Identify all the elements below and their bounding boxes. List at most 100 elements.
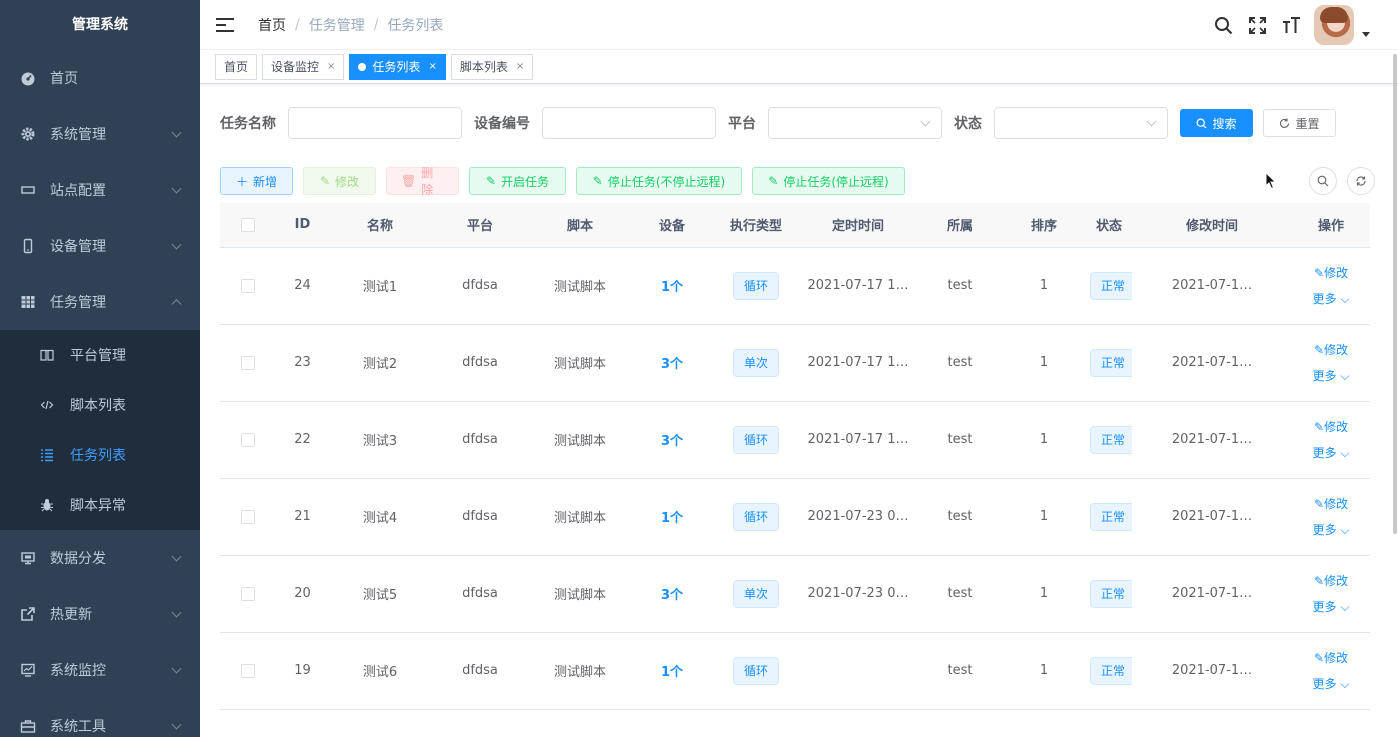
platform-cell: dfdsa	[430, 478, 530, 556]
stop-task-remote-label: 停止任务(停止远程)	[783, 174, 889, 189]
row-select-cell	[220, 324, 275, 402]
tag-script-list[interactable]: 脚本列表 ×	[450, 53, 534, 80]
close-icon[interactable]: ×	[428, 55, 436, 79]
row-more-dropdown[interactable]: 更多 ⌵	[1296, 675, 1366, 693]
add-button[interactable]: ＋ 新增	[220, 167, 293, 195]
device-count-link[interactable]: 1个	[661, 511, 683, 526]
script-cell: 测试脚本	[530, 247, 630, 325]
row-checkbox[interactable]	[240, 509, 255, 524]
search-icon[interactable]	[1206, 0, 1240, 50]
name-cell: 测试4	[330, 478, 430, 556]
page-scrollbar[interactable]	[1392, 0, 1398, 737]
close-icon[interactable]: ×	[516, 55, 524, 79]
plus-icon: ＋	[235, 174, 248, 189]
edit-button-label: 修改	[335, 174, 360, 189]
stop-task-remote-button[interactable]: ✎ 停止任务(停止远程)	[752, 167, 905, 195]
row-select-cell	[220, 555, 275, 633]
device-count-link[interactable]: 1个	[661, 665, 683, 680]
tag-home[interactable]: 首页	[215, 53, 258, 80]
sidebar-item-hot-update[interactable]: 热更新	[0, 586, 200, 642]
row-more-dropdown[interactable]: 更多 ⌵	[1296, 444, 1366, 462]
tag-device-monitor[interactable]: 设备监控 ×	[262, 53, 345, 80]
sidebar-item-script-exception[interactable]: 脚本异常	[0, 480, 200, 530]
owner-cell: test	[918, 555, 1002, 633]
active-dot-icon	[358, 62, 367, 71]
row-more-dropdown[interactable]: 更多 ⌵	[1296, 598, 1366, 616]
platform-select[interactable]	[768, 107, 942, 139]
row-checkbox[interactable]	[240, 432, 255, 447]
tag-task-list[interactable]: 任务列表 ×	[349, 53, 446, 80]
breadcrumb-home[interactable]: 首页	[258, 15, 286, 35]
sidebar-item-script-list[interactable]: 脚本列表	[0, 380, 200, 430]
sidebar-item-task-list[interactable]: 任务列表	[0, 430, 200, 480]
device-count-link[interactable]: 3个	[661, 434, 683, 449]
edit-button[interactable]: ✎ 修改	[303, 167, 376, 195]
timed-cell: 2021-07-17 1…	[798, 247, 918, 325]
row-edit-link[interactable]: ✎修改	[1296, 418, 1366, 436]
row-edit-link[interactable]: ✎修改	[1296, 495, 1366, 513]
device-count-link[interactable]: 3个	[661, 357, 683, 372]
status-cell: 正常	[1086, 401, 1132, 479]
sidebar-item-site-config[interactable]: 站点配置	[0, 162, 200, 218]
row-checkbox[interactable]	[240, 355, 255, 370]
device-cell: 3个	[630, 401, 714, 479]
scrollbar-thumb[interactable]	[1393, 54, 1397, 534]
sidebar-item-data-distribution[interactable]: 数据分发	[0, 530, 200, 586]
sidebar-item-label: 脚本异常	[70, 498, 126, 514]
exec-type-cell: 单次	[714, 555, 798, 633]
row-checkbox[interactable]	[240, 586, 255, 601]
start-task-button[interactable]: ✎ 开启任务	[469, 167, 566, 195]
row-more-dropdown[interactable]: 更多 ⌵	[1296, 521, 1366, 539]
select-all-checkbox[interactable]	[240, 217, 255, 232]
device-no-input[interactable]	[542, 107, 716, 139]
row-checkbox[interactable]	[240, 278, 255, 293]
table-row: 24 测试1 dfdsa 测试脚本 1个 循环 2021-07-17 1… test 1 正常 20…	[220, 247, 1370, 325]
sidebar-item-label: 数据分发	[50, 551, 106, 567]
hamburger-menu-icon[interactable]	[216, 17, 234, 32]
row-more-label: 更多	[1312, 522, 1337, 537]
device-count-link[interactable]: 3个	[661, 588, 683, 603]
caret-down-icon[interactable]	[1362, 31, 1370, 37]
column-header: 脚本	[530, 203, 630, 248]
close-icon[interactable]: ×	[327, 55, 335, 79]
id-cell: 22	[275, 401, 330, 479]
refresh-icon	[1279, 118, 1290, 129]
column-header: 名称	[330, 203, 430, 248]
app-logo-title: 管理系统	[72, 17, 128, 33]
table-body: 24 测试1 dfdsa 测试脚本 1个 循环 2021-07-17 1… test 1 正常 20…	[220, 247, 1370, 710]
status-select[interactable]	[994, 107, 1168, 139]
device-count-link[interactable]: 1个	[661, 280, 683, 295]
fullscreen-icon[interactable]	[1240, 0, 1274, 50]
task-name-input[interactable]	[288, 107, 462, 139]
row-checkbox[interactable]	[240, 663, 255, 678]
chevron-up-icon	[171, 299, 182, 310]
sidebar-item-device-management[interactable]: 设备管理	[0, 218, 200, 274]
row-more-dropdown[interactable]: 更多 ⌵	[1296, 367, 1366, 385]
sidebar-item-system-monitor[interactable]: 系统监控	[0, 642, 200, 698]
stop-task-no-remote-button[interactable]: ✎ 停止任务(不停止远程)	[576, 167, 742, 195]
delete-button-label: 删除	[421, 166, 434, 197]
search-button[interactable]: 搜索	[1180, 109, 1253, 137]
row-more-dropdown[interactable]: 更多 ⌵	[1296, 290, 1366, 308]
sidebar-item-home[interactable]: 首页	[0, 50, 200, 106]
sidebar-item-system-management[interactable]: 系统管理	[0, 106, 200, 162]
actions-cell: ✎修改更多 ⌵	[1292, 632, 1370, 710]
sidebar-item-label: 系统管理	[50, 127, 106, 143]
edit-icon: ✎	[1313, 496, 1325, 511]
chevron-down-icon: ⌵	[1340, 522, 1350, 537]
row-edit-link[interactable]: ✎修改	[1296, 649, 1366, 667]
font-size-icon[interactable]	[1274, 0, 1308, 50]
row-edit-link[interactable]: ✎修改	[1296, 572, 1366, 590]
toggle-search-button[interactable]	[1309, 167, 1337, 195]
sidebar-item-system-tools[interactable]: 系统工具	[0, 698, 200, 737]
refresh-button[interactable]	[1347, 167, 1375, 195]
platform-cell: dfdsa	[430, 632, 530, 710]
sidebar-item-platform-management[interactable]: 平台管理	[0, 330, 200, 380]
row-edit-link[interactable]: ✎修改	[1296, 264, 1366, 282]
delete-button[interactable]: 🗑 删除	[386, 166, 459, 197]
avatar[interactable]	[1314, 5, 1354, 45]
row-edit-link[interactable]: ✎修改	[1296, 341, 1366, 359]
status-badge: 正常	[1090, 579, 1132, 608]
reset-button[interactable]: 重置	[1263, 109, 1336, 137]
sidebar-item-task-management[interactable]: 任务管理	[0, 274, 200, 330]
